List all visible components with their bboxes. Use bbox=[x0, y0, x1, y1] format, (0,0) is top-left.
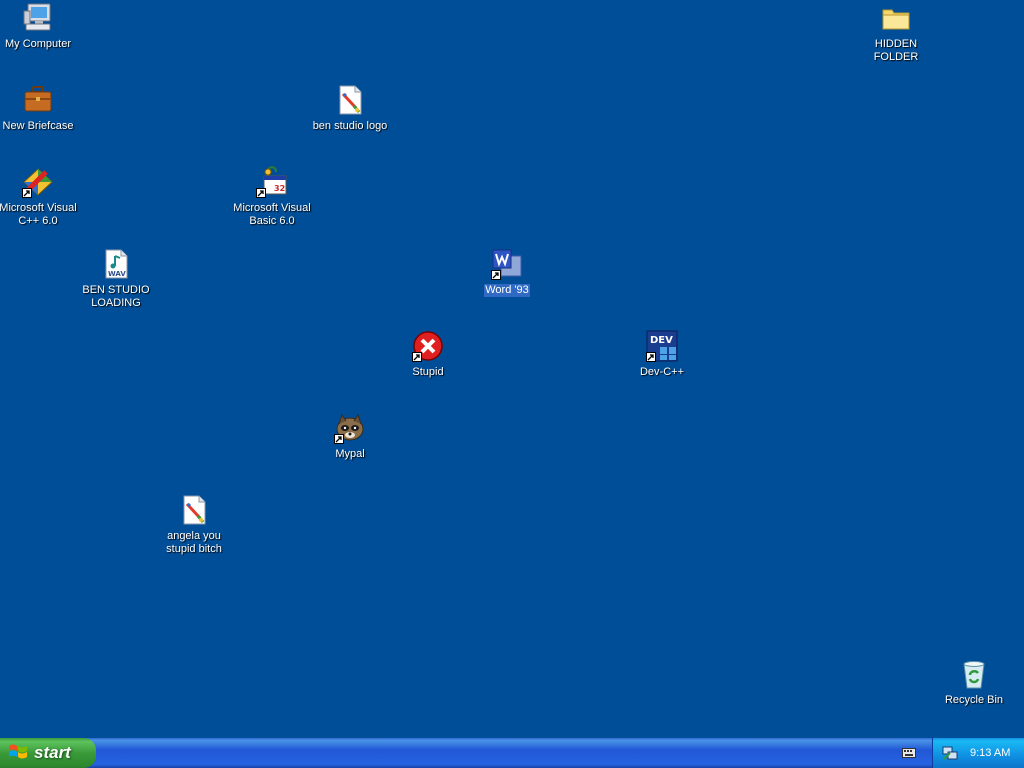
network-icon[interactable] bbox=[942, 745, 958, 761]
my-computer-icon bbox=[22, 2, 54, 34]
desktop-icon-mypal[interactable]: Mypal bbox=[308, 412, 392, 461]
vb-badge-text: 32 bbox=[274, 184, 285, 193]
dev-cpp-icon: DEV bbox=[646, 330, 678, 362]
recycle-bin-label: Recycle Bin bbox=[944, 694, 1004, 706]
stupid-label: Stupid bbox=[412, 366, 444, 378]
windows-logo-icon bbox=[8, 743, 28, 764]
wav-badge-text: WAV bbox=[108, 270, 126, 278]
desktop-icon-my-computer[interactable]: My Computer bbox=[0, 2, 80, 51]
start-label: start bbox=[34, 743, 71, 762]
desktop-icon-angela[interactable]: angela you stupid bitch bbox=[152, 494, 236, 556]
shortcut-arrow-icon bbox=[334, 434, 344, 444]
desktop-icon-visual-basic[interactable]: 32 Microsoft Visual Basic 6.0 bbox=[230, 166, 314, 228]
hidden-folder-label: HIDDEN FOLDER bbox=[873, 38, 919, 63]
shortcut-arrow-icon bbox=[256, 188, 266, 198]
my-computer-label: My Computer bbox=[4, 38, 72, 50]
desktop-icon-new-briefcase[interactable]: New Briefcase bbox=[0, 84, 80, 133]
system-tray: 9:13 AM bbox=[932, 738, 1024, 768]
word-icon bbox=[491, 248, 523, 280]
dev-cpp-label: Dev-C++ bbox=[639, 366, 685, 378]
desktop-icon-dev-cpp[interactable]: DEV Dev-C++ bbox=[620, 330, 704, 379]
desktop-icon-word93[interactable]: Word '93 bbox=[465, 248, 549, 297]
keyboard-icon[interactable] bbox=[902, 748, 916, 758]
new-briefcase-label: New Briefcase bbox=[2, 120, 74, 132]
desktop-icon-ben-studio-loading[interactable]: WAV BEN STUDIO LOADING bbox=[74, 248, 158, 310]
desktop-icon-recycle-bin[interactable]: Recycle Bin bbox=[932, 658, 1016, 707]
visual-basic-label: Microsoft Visual Basic 6.0 bbox=[233, 202, 311, 227]
error-icon bbox=[412, 330, 444, 362]
mypal-label: Mypal bbox=[335, 448, 365, 460]
paint-file-icon bbox=[178, 494, 210, 526]
visual-basic-icon: 32 bbox=[256, 166, 288, 198]
shortcut-arrow-icon bbox=[491, 270, 501, 280]
shortcut-arrow-icon bbox=[412, 352, 422, 362]
desktop-icon-stupid[interactable]: Stupid bbox=[386, 330, 470, 379]
angela-label: angela you stupid bitch bbox=[166, 530, 222, 555]
desktop: My Computer HIDDEN FOLDER New Briefcase bbox=[0, 0, 1024, 738]
start-button[interactable]: start bbox=[0, 738, 96, 768]
ben-studio-logo-label: ben studio logo bbox=[312, 120, 388, 132]
paint-file-icon bbox=[334, 84, 366, 116]
visual-cpp-label: Microsoft Visual C++ 6.0 bbox=[0, 202, 77, 227]
word93-label: Word '93 bbox=[484, 284, 530, 297]
shortcut-arrow-icon bbox=[646, 352, 656, 362]
mypal-icon bbox=[334, 412, 366, 444]
dev-badge-text: DEV bbox=[650, 335, 673, 346]
desktop-icon-hidden-folder[interactable]: HIDDEN FOLDER bbox=[854, 2, 938, 64]
desktop-icon-ben-studio-logo[interactable]: ben studio logo bbox=[308, 84, 392, 133]
folder-icon bbox=[880, 2, 912, 34]
briefcase-icon bbox=[22, 84, 54, 116]
clock[interactable]: 9:13 AM bbox=[970, 747, 1010, 759]
desktop-icon-visual-cpp[interactable]: Microsoft Visual C++ 6.0 bbox=[0, 166, 80, 228]
ben-studio-loading-label: BEN STUDIO LOADING bbox=[82, 284, 150, 309]
shortcut-arrow-icon bbox=[22, 188, 32, 198]
wav-file-icon: WAV bbox=[100, 248, 132, 280]
recycle-bin-icon bbox=[958, 658, 990, 690]
taskbar: start 9:13 AM bbox=[0, 738, 1024, 768]
visual-cpp-icon bbox=[22, 166, 54, 198]
